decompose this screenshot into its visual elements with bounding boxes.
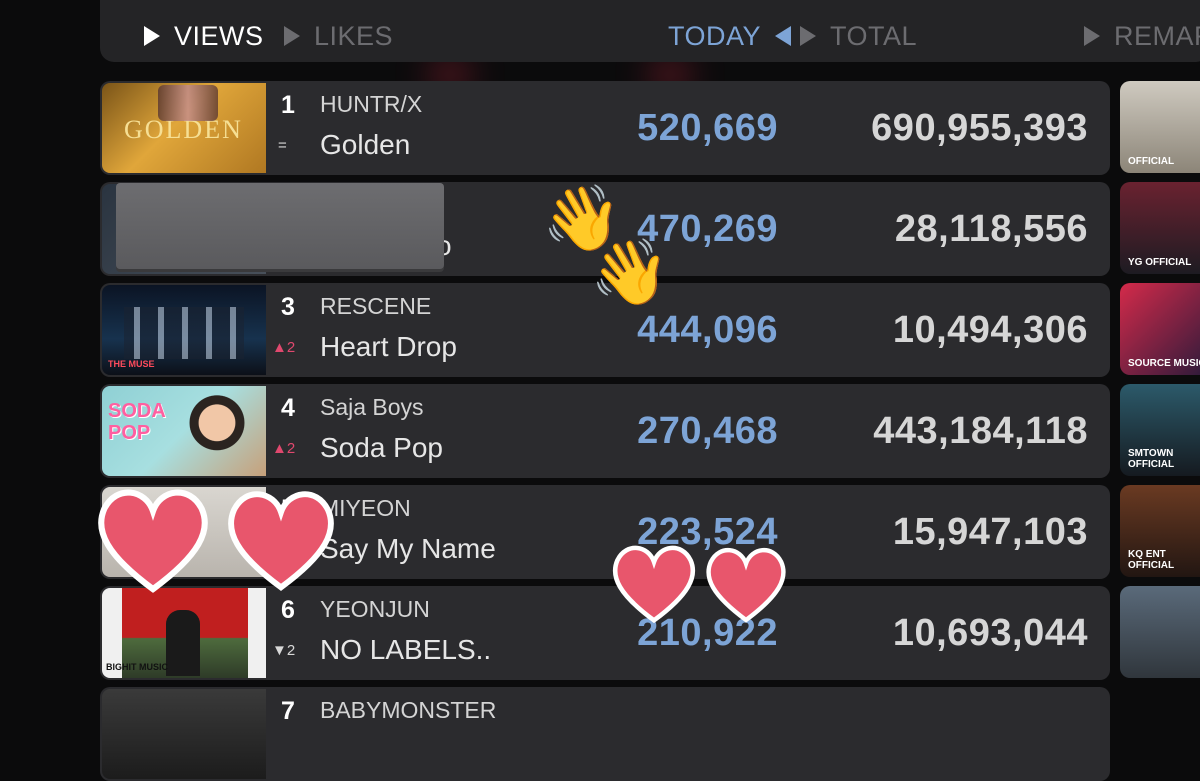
video-thumbnail[interactable]: THE MUSE <box>102 285 266 375</box>
song-title: Soda Pop <box>320 432 443 463</box>
chart-row-4[interactable]: SODA POP 4 ▲2 Saja Boys Soda Pop 270,468… <box>100 384 1110 478</box>
censor-block <box>116 183 444 269</box>
thumbnail-text: THE MUSE <box>108 359 155 369</box>
video-thumbnail[interactable]: GOLDEN <box>102 83 266 173</box>
total-views: 28,118,556 <box>894 208 1088 250</box>
heart-icon <box>228 491 334 591</box>
thumbnail-text: SODA POP <box>108 400 166 444</box>
chart-row-7[interactable]: 7 BABYMONSTER <box>100 687 1110 781</box>
rank-change: ▼2 <box>272 642 312 659</box>
chart-row-6[interactable]: BIGHIT MUSIC 6 ▼2 YEONJUN NO LABELS.. 21… <box>100 586 1110 680</box>
tab-likes-label: LIKES <box>314 20 394 51</box>
song-title: Heart Drop <box>320 331 457 362</box>
artist-name: RESCENE <box>320 293 432 319</box>
thumbnail-text: BIGHIT MUSIC <box>106 662 168 672</box>
rank-number: 6 <box>281 596 295 624</box>
side-thumbnail[interactable]: OFFICIAL <box>1120 81 1200 173</box>
rank-change: ▲2 <box>272 440 312 457</box>
thumbnail-figure <box>166 610 200 676</box>
tab-views-label: VIEWS <box>174 20 264 51</box>
side-thumbnail-label: KQ ENT OFFICIAL <box>1128 549 1175 571</box>
chart-header: VIEWS LIKES TODAY TOTAL REMAR <box>100 0 1200 62</box>
heart-icon <box>98 489 208 593</box>
waving-hand-icon: 👋 <box>590 236 670 308</box>
tab-today[interactable]: TODAY <box>668 20 792 52</box>
artist-name: HUNTR/X <box>320 91 423 117</box>
today-views: 444,096 <box>637 309 778 351</box>
tab-likes[interactable]: LIKES <box>284 20 393 52</box>
today-views: 520,669 <box>637 107 778 149</box>
tab-remarks-label: REMAR <box>1114 20 1200 51</box>
thumbnail-figures <box>124 307 244 359</box>
total-views: 690,955,393 <box>871 107 1088 149</box>
tab-remarks[interactable]: REMAR <box>1084 20 1200 52</box>
side-thumbnail-label: SOURCE MUSIC <box>1128 358 1200 369</box>
tab-views[interactable]: VIEWS <box>144 20 264 52</box>
song-title: Golden <box>320 129 411 160</box>
side-thumbnail-label: OFFICIAL <box>1128 156 1175 167</box>
artist-name: YEONJUN <box>320 596 430 622</box>
side-thumbnail[interactable]: SOURCE MUSIC <box>1120 283 1200 375</box>
rank-change-up: ▲2 <box>272 339 296 356</box>
side-thumbnail[interactable]: YG OFFICIAL <box>1120 182 1200 274</box>
side-thumbnail[interactable] <box>1120 586 1200 678</box>
side-thumbnail-label: SMTOWN OFFICIAL <box>1128 448 1175 470</box>
rank-change: ▲2 <box>272 339 312 356</box>
total-views: 10,494,306 <box>892 309 1088 351</box>
artist-name: BABYMONSTER <box>320 697 497 723</box>
video-thumbnail[interactable]: BIGHIT MUSIC <box>102 588 266 678</box>
arrow-left-icon <box>775 26 792 46</box>
play-icon <box>1084 26 1100 46</box>
total-views: 15,947,103 <box>892 511 1088 553</box>
chart-row-1[interactable]: GOLDEN 1 = HUNTR/X Golden 520,669 690,95… <box>100 81 1110 175</box>
rank-number: 7 <box>281 697 295 725</box>
song-title: Say My Name <box>320 533 496 564</box>
thumbnail-face <box>182 390 252 472</box>
today-views: 270,468 <box>637 410 778 452</box>
video-thumbnail[interactable]: SODA POP <box>102 386 266 476</box>
rank-number: 1 <box>281 91 295 119</box>
rank-number: 3 <box>281 293 295 321</box>
artist-name: Saja Boys <box>320 394 424 420</box>
video-thumbnail[interactable] <box>102 689 266 779</box>
play-icon <box>800 26 816 46</box>
rank-number: 4 <box>281 394 295 422</box>
total-views: 10,693,044 <box>892 612 1088 654</box>
play-icon <box>144 26 160 46</box>
rank-change-down: ▼2 <box>272 642 296 659</box>
thumbnail-figures <box>158 85 218 121</box>
tab-today-label: TODAY <box>668 20 762 51</box>
play-icon <box>284 26 300 46</box>
rank-change: = <box>278 137 287 154</box>
heart-icon <box>612 545 696 624</box>
song-title: NO LABELS.. <box>320 634 492 665</box>
total-views: 443,184,118 <box>873 410 1088 452</box>
tab-total[interactable]: TOTAL <box>800 20 917 52</box>
side-thumbnail[interactable]: KQ ENT OFFICIAL <box>1120 485 1200 577</box>
tab-total-label: TOTAL <box>830 20 918 51</box>
heart-icon <box>706 548 786 623</box>
rank-change-up: ▲2 <box>272 440 296 457</box>
side-thumbnail[interactable]: SMTOWN OFFICIAL <box>1120 384 1200 476</box>
side-thumbnail-label: YG OFFICIAL <box>1128 257 1192 268</box>
